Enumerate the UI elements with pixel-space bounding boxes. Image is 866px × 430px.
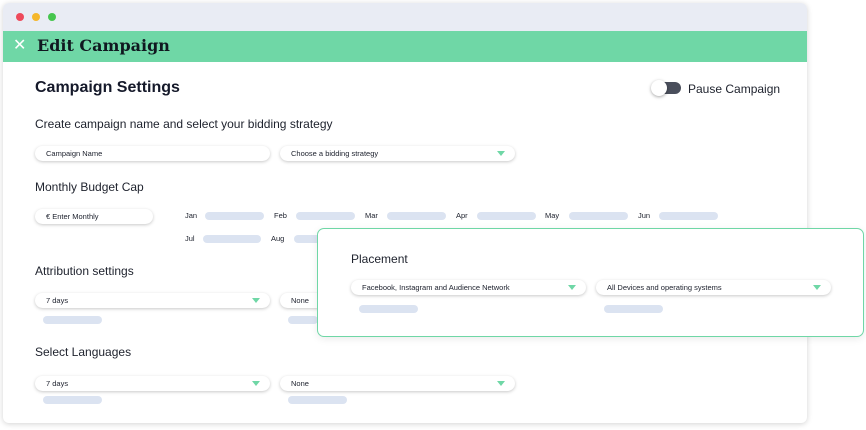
placement-network-select[interactable]: Facebook, Instagram and Audience Network: [351, 280, 586, 295]
month-label-jan: Jan: [185, 211, 198, 220]
bidding-subtitle: Create campaign name and select your bid…: [35, 117, 333, 131]
languages-first-value: 7 days: [46, 379, 69, 388]
monthly-budget-input[interactable]: € Enter Monthly: [35, 209, 153, 224]
languages-title: Select Languages: [35, 345, 132, 359]
window-titlebar: [3, 3, 807, 31]
edit-campaign-header: ✕ Edit Campaign: [3, 31, 807, 62]
bidding-strategy-select[interactable]: Choose a bidding strategy: [280, 146, 515, 161]
languages-placeholder-bar: [43, 396, 102, 404]
languages-placeholder-bar-2: [288, 396, 347, 404]
month-label-feb: Feb: [274, 211, 287, 220]
chevron-down-icon: [497, 381, 505, 386]
window-close-dot[interactable]: [16, 13, 24, 21]
campaign-settings-title: Campaign Settings: [35, 79, 180, 96]
attribution-window-value: 7 days: [46, 296, 69, 305]
pause-campaign-toggle[interactable]: [651, 80, 681, 96]
languages-first-select[interactable]: 7 days: [35, 376, 270, 391]
placement-network-value: Facebook, Instagram and Audience Network: [362, 283, 510, 292]
window-minimize-dot[interactable]: [32, 13, 40, 21]
window-maximize-dot[interactable]: [48, 13, 56, 21]
attribution-title: Attribution settings: [35, 264, 134, 278]
month-input-apr[interactable]: [477, 212, 536, 220]
bidding-strategy-value: Choose a bidding strategy: [291, 149, 379, 158]
edit-campaign-window: ✕ Edit Campaign Campaign Settings Pause …: [3, 3, 807, 423]
month-label-mar: Mar: [365, 211, 378, 220]
close-icon[interactable]: ✕: [13, 37, 27, 55]
attribution-window-select[interactable]: 7 days: [35, 293, 270, 308]
languages-second-select[interactable]: None: [280, 376, 515, 391]
page-title: Edit Campaign: [37, 36, 170, 55]
month-input-jun[interactable]: [659, 212, 718, 220]
month-input-feb[interactable]: [296, 212, 355, 220]
month-label-jul: Jul: [185, 234, 195, 243]
month-label-apr: Apr: [456, 211, 468, 220]
attribution-second-value: None: [291, 296, 309, 305]
chevron-down-icon: [497, 151, 505, 156]
placement-card: Placement Facebook, Instagram and Audien…: [317, 228, 864, 337]
month-input-jul[interactable]: [203, 235, 261, 243]
pause-campaign-label: Pause Campaign: [688, 82, 781, 96]
placement-devices-select[interactable]: All Devices and operating systems: [596, 280, 831, 295]
chevron-down-icon: [252, 381, 260, 386]
placement-title: Placement: [351, 252, 408, 266]
attribution-placeholder-bar: [43, 316, 102, 324]
placement-placeholder-bar-2: [604, 305, 663, 313]
month-input-jan[interactable]: [205, 212, 264, 220]
month-label-may: May: [545, 211, 560, 220]
attribution-placeholder-bar-2: [288, 316, 318, 324]
chevron-down-icon: [813, 285, 821, 290]
month-input-may[interactable]: [569, 212, 628, 220]
monthly-budget-title: Monthly Budget Cap: [35, 180, 144, 194]
placement-placeholder-bar: [359, 305, 418, 313]
chevron-down-icon: [252, 298, 260, 303]
month-label-aug: Aug: [271, 234, 285, 243]
campaign-name-input[interactable]: Campaign Name: [35, 146, 270, 161]
languages-second-value: None: [291, 379, 309, 388]
month-label-jun: Jun: [638, 211, 651, 220]
chevron-down-icon: [568, 285, 576, 290]
placement-devices-value: All Devices and operating systems: [607, 283, 722, 292]
toggle-knob: [651, 80, 667, 96]
month-input-mar[interactable]: [387, 212, 446, 220]
